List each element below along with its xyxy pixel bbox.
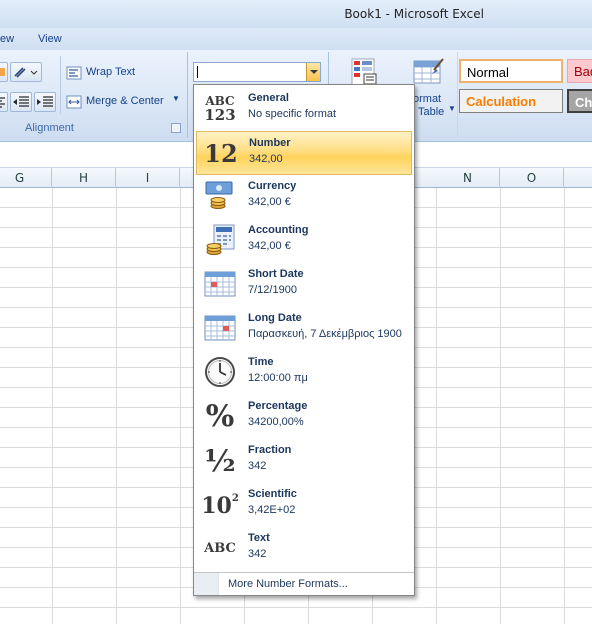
more-number-formats-label: More Number Formats... <box>228 578 348 590</box>
text-direction-button[interactable] <box>10 62 42 82</box>
format-item-name: Percentage <box>248 400 308 412</box>
column-header-g[interactable]: G <box>0 168 52 188</box>
format-item-name: Scientific <box>248 488 297 500</box>
number-format-combo[interactable] <box>193 62 321 82</box>
increase-indent-button[interactable] <box>34 92 56 112</box>
chevron-down-icon: ▼ <box>172 94 180 103</box>
format-item-example: 342,00 <box>249 153 283 165</box>
orientation-icon <box>0 68 5 76</box>
format-item-name: Currency <box>248 180 297 192</box>
format-item-time[interactable]: Time 12:00:00 πμ <box>196 351 412 395</box>
format-item-general[interactable]: ABC 123 General No specific format <box>196 87 412 131</box>
number-12-icon: 12 <box>204 139 238 168</box>
format-item-example: Παρασκευή, 7 Δεκέμβριος 1900 <box>248 328 402 340</box>
column-header-i[interactable]: I <box>116 168 180 188</box>
format-as-table-icon <box>413 58 444 84</box>
format-item-example: 342 <box>248 460 267 472</box>
fraction-icon: ½ <box>204 444 236 479</box>
format-item-name: Time <box>248 356 274 368</box>
wrap-text-icon <box>66 66 82 80</box>
format-item-example: 342 <box>248 548 267 560</box>
more-number-formats[interactable]: More Number Formats... <box>194 572 414 595</box>
style-normal[interactable]: Normal <box>459 59 563 83</box>
column-header-o[interactable]: O <box>500 168 564 188</box>
merge-center-button[interactable]: Merge & Center ▼ <box>66 92 186 112</box>
group-separator <box>457 52 458 138</box>
number-format-menu: ABC 123 General No specific format 12 Nu… <box>193 84 415 596</box>
title-bar: Book1 - Microsoft Excel <box>0 0 592 28</box>
merge-center-label: Merge & Center <box>86 95 164 107</box>
tab-review[interactable]: ew <box>0 33 14 45</box>
orientation-button[interactable] <box>0 62 8 82</box>
format-item-example: 34200,00% <box>248 416 304 428</box>
format-item-fraction[interactable]: ½ Fraction 342 <box>196 439 412 483</box>
text-caret <box>197 66 198 78</box>
format-item-example: 12:00:00 πμ <box>248 372 308 384</box>
abc-123-icon: ABC 123 <box>204 94 236 124</box>
format-item-percentage[interactable]: % Percentage 34200,00% <box>196 395 412 439</box>
format-item-accounting[interactable]: Accounting 342,00 € <box>196 219 412 263</box>
format-item-example: 7/12/1900 <box>248 284 297 296</box>
ribbon-tabs: ew View <box>0 28 592 50</box>
format-item-scientific[interactable]: 102 Scientific 3,42E+02 <box>196 483 412 527</box>
format-item-number[interactable]: 12 Number 342,00 <box>196 131 412 175</box>
number-format-dropdown-button[interactable] <box>306 63 320 81</box>
format-item-short-date[interactable]: Short Date 7/12/1900 <box>196 263 412 307</box>
decrease-indent-icon <box>13 96 29 107</box>
ribbon-separator <box>60 56 61 114</box>
format-item-name: Short Date <box>248 268 304 280</box>
dialog-launcher-icon[interactable] <box>171 123 181 133</box>
format-item-long-date[interactable]: Long Date Παρασκευή, 7 Δεκέμβριος 1900 <box>196 307 412 351</box>
format-item-name: Fraction <box>248 444 292 456</box>
style-calculation[interactable]: Calculation <box>459 89 563 113</box>
group-separator <box>187 52 188 138</box>
percent-icon: % <box>205 399 235 434</box>
currency-icon <box>200 179 240 215</box>
format-item-example: 3,42E+02 <box>248 504 296 516</box>
clock-icon <box>200 355 240 391</box>
format-item-name: Number <box>249 137 291 149</box>
column-header-n[interactable]: N <box>436 168 500 188</box>
scientific-icon: 102 <box>201 493 239 519</box>
chevron-down-icon: ▼ <box>448 104 456 113</box>
format-item-example: 342,00 € <box>248 196 291 208</box>
format-item-text[interactable]: ABC Text 342 <box>196 527 412 571</box>
format-item-example: No specific format <box>248 108 337 120</box>
format-as-table-button[interactable] <box>410 56 450 90</box>
format-item-currency[interactable]: Currency 342,00 € <box>196 175 412 219</box>
column-header-h[interactable]: H <box>52 168 116 188</box>
format-table-label-line1: ormat <box>413 93 442 105</box>
merge-center-icon <box>66 95 82 109</box>
wrap-text-label: Wrap Text <box>86 66 136 78</box>
alignment-group-title: Alignment <box>25 122 74 134</box>
decrease-indent-button[interactable] <box>10 92 32 112</box>
format-item-name: Accounting <box>248 224 309 236</box>
accounting-icon <box>200 223 240 259</box>
format-item-example: 342,00 € <box>248 240 291 252</box>
increase-indent-icon <box>37 96 53 107</box>
align-lines-icon <box>0 97 5 108</box>
abc-text-icon: ABC <box>204 541 236 556</box>
format-table-label-line2: Table <box>418 106 445 118</box>
wrap-text-button[interactable]: Wrap Text <box>66 63 186 83</box>
window-title: Book1 - Microsoft Excel <box>344 7 484 21</box>
column-header-p[interactable] <box>564 168 592 188</box>
format-item-name: General <box>248 92 289 104</box>
format-item-name: Long Date <box>248 312 302 324</box>
tab-view[interactable]: View <box>38 33 62 45</box>
menu-gutter <box>194 573 219 595</box>
text-angle-icon <box>14 67 38 78</box>
align-left-button[interactable] <box>0 92 8 112</box>
calendar-icon <box>200 311 240 347</box>
style-check-cell[interactable]: Che <box>567 89 592 113</box>
format-item-name: Text <box>248 532 270 544</box>
calendar-icon <box>200 267 240 303</box>
style-bad[interactable]: Bad <box>567 59 592 83</box>
